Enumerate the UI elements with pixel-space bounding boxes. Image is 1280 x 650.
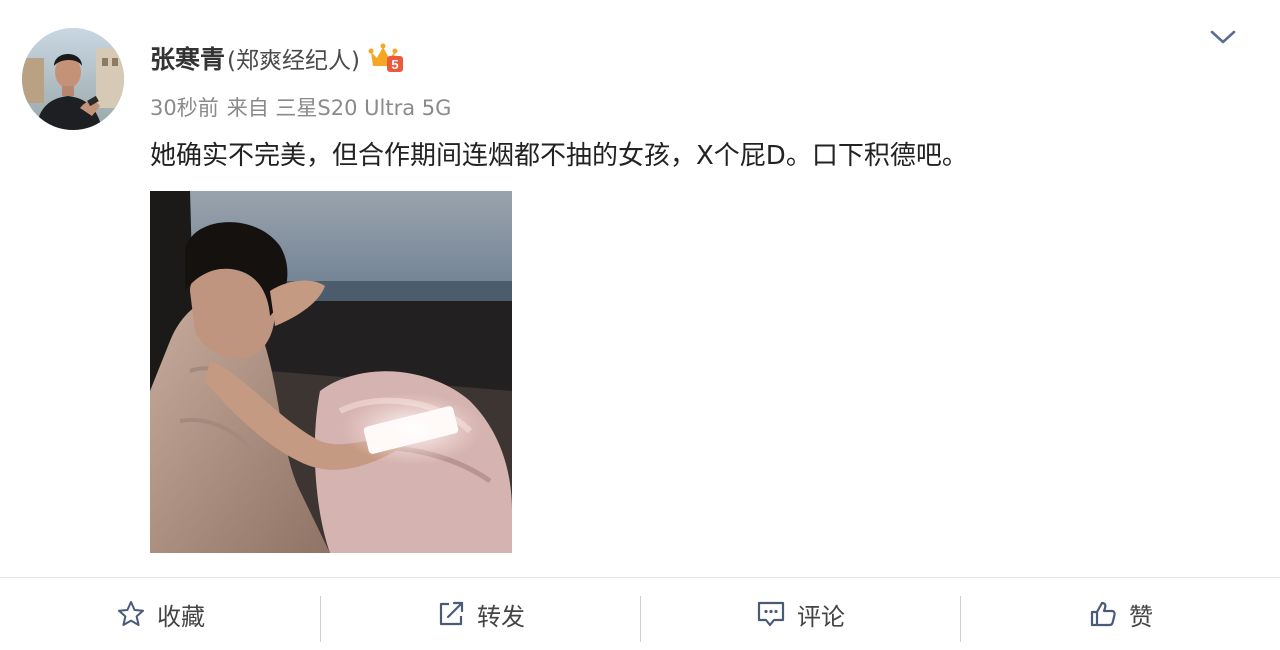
more-options-button[interactable]: [1206, 24, 1240, 50]
post-text: 她确实不完美，但合作期间连烟都不抽的女孩，X个屁D。口下积德吧。: [150, 141, 968, 171]
author-tag: (郑爽经纪人): [227, 48, 360, 74]
comment-button[interactable]: 评论: [640, 578, 960, 650]
comment-label: 评论: [797, 602, 845, 631]
vip-crown-icon[interactable]: 5: [368, 42, 404, 74]
post-time[interactable]: 30秒前: [150, 96, 219, 120]
repost-button[interactable]: 转发: [320, 578, 640, 650]
thumbs-up-icon: [1087, 598, 1119, 630]
avatar-image: [22, 28, 124, 130]
photo-girl-in-car-with-phone: [150, 191, 512, 553]
post-source: 来自 三星S20 Ultra 5G: [226, 96, 452, 120]
favorite-button[interactable]: 收藏: [0, 578, 320, 650]
repost-label: 转发: [477, 602, 525, 631]
star-icon: [115, 598, 147, 630]
like-label: 赞: [1129, 602, 1153, 631]
post-meta: 30秒前 来自 三星S20 Ultra 5G: [150, 92, 451, 122]
vip-level: 5: [391, 57, 398, 72]
avatar[interactable]: [22, 28, 124, 130]
chevron-down-icon: [1210, 30, 1236, 44]
like-button[interactable]: 赞: [960, 578, 1280, 650]
weibo-post: 张寒青 (郑爽经纪人) 5 30秒前 来自 三星S20 Ultra 5G 她确实不…: [0, 0, 1280, 650]
post-image[interactable]: [150, 191, 512, 553]
comment-icon: [755, 598, 787, 630]
author-row: 张寒青 (郑爽经纪人) 5: [150, 40, 404, 76]
share-icon: [435, 598, 467, 630]
favorite-label: 收藏: [157, 602, 205, 631]
author-name[interactable]: 张寒青: [150, 40, 225, 76]
action-bar: 收藏 转发 评论 赞: [0, 578, 1280, 650]
